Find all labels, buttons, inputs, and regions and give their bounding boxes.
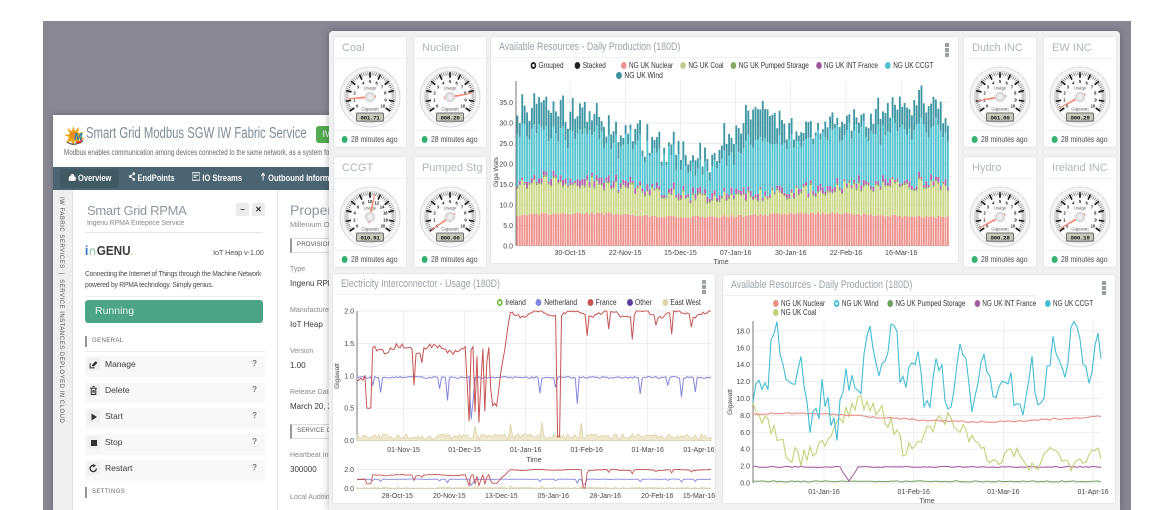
svg-text:28-Oct-15: 28-Oct-15 bbox=[382, 493, 413, 500]
svg-text:10: 10 bbox=[1091, 104, 1096, 109]
svg-text:07-Jan-16: 07-Jan-16 bbox=[720, 250, 752, 257]
svg-text:30-Jan-16: 30-Jan-16 bbox=[775, 250, 807, 257]
svg-text:Gigawatt: Gigawatt bbox=[361, 227, 379, 232]
svg-text:Gigawatt: Gigawatt bbox=[361, 107, 379, 112]
svg-text:01-Jan-16: 01-Jan-16 bbox=[510, 447, 542, 454]
svg-text:Gigawatt: Gigawatt bbox=[1071, 107, 1089, 112]
svg-text:15-Mar-16: 15-Mar-16 bbox=[683, 493, 715, 500]
svg-text:Gigawatt: Gigawatt bbox=[334, 363, 341, 389]
svg-text:Gigawatt: Gigawatt bbox=[441, 227, 459, 232]
svg-text:4.0: 4.0 bbox=[740, 447, 750, 454]
svg-text:000.00: 000.00 bbox=[440, 234, 460, 241]
svg-text:Usage: Usage bbox=[1074, 206, 1087, 211]
svg-text:Usage: Usage bbox=[364, 86, 377, 91]
svg-text:Giga Wats: Giga Wats bbox=[493, 156, 500, 187]
svg-text:01-Nov-15: 01-Nov-15 bbox=[387, 447, 420, 454]
svg-text:0.0: 0.0 bbox=[503, 243, 513, 250]
svg-text:6.0: 6.0 bbox=[740, 430, 750, 437]
svg-text:10.0: 10.0 bbox=[499, 202, 513, 209]
svg-text:000.19: 000.19 bbox=[1070, 234, 1090, 241]
svg-text:01-Dec-15: 01-Dec-15 bbox=[448, 447, 481, 454]
svg-text:30.0: 30.0 bbox=[499, 121, 513, 128]
svg-text:15-Dec-15: 15-Dec-15 bbox=[664, 250, 697, 257]
svg-text:01-Mar-16: 01-Mar-16 bbox=[632, 447, 664, 454]
svg-text:10: 10 bbox=[1011, 104, 1016, 109]
svg-text:10.0: 10.0 bbox=[736, 396, 750, 403]
svg-text:Time: Time bbox=[919, 498, 934, 505]
svg-text:10: 10 bbox=[1091, 224, 1096, 229]
svg-text:10: 10 bbox=[461, 224, 466, 229]
svg-text:01-Apr-16: 01-Apr-16 bbox=[683, 447, 714, 454]
svg-text:Gigawatt: Gigawatt bbox=[727, 389, 734, 415]
svg-text:Usage: Usage bbox=[444, 86, 457, 91]
svg-text:Usage: Usage bbox=[994, 86, 1007, 91]
svg-text:14.0: 14.0 bbox=[736, 362, 750, 369]
svg-text:35.0: 35.0 bbox=[499, 100, 513, 107]
svg-text:0.5: 0.5 bbox=[344, 406, 354, 413]
svg-text:Gigawatt: Gigawatt bbox=[1071, 227, 1089, 232]
svg-text:1.5: 1.5 bbox=[344, 341, 354, 348]
svg-text:8.0: 8.0 bbox=[740, 413, 750, 420]
svg-text:001.00: 001.00 bbox=[990, 114, 1010, 121]
svg-text:28-Jan-16: 28-Jan-16 bbox=[590, 493, 622, 500]
svg-text:22-Nov-15: 22-Nov-15 bbox=[609, 250, 642, 257]
svg-text:2.0: 2.0 bbox=[344, 309, 354, 316]
svg-text:16: 16 bbox=[383, 211, 388, 216]
svg-text:13-Dec-15: 13-Dec-15 bbox=[485, 493, 518, 500]
svg-text:10: 10 bbox=[461, 104, 466, 109]
svg-text:Gigawatt: Gigawatt bbox=[441, 107, 459, 112]
svg-text:01-Feb-16: 01-Feb-16 bbox=[898, 489, 930, 496]
svg-text:1.0: 1.0 bbox=[344, 373, 354, 380]
svg-text:2.0: 2.0 bbox=[740, 464, 750, 471]
svg-text:0.0: 0.0 bbox=[344, 438, 354, 445]
svg-text:2.0: 2.0 bbox=[344, 467, 354, 474]
svg-text:20.0: 20.0 bbox=[499, 162, 513, 169]
svg-text:14: 14 bbox=[380, 204, 385, 209]
svg-text:05-Jan-16: 05-Jan-16 bbox=[538, 493, 570, 500]
svg-text:01-Jan-16: 01-Jan-16 bbox=[808, 489, 840, 496]
svg-text:12.0: 12.0 bbox=[736, 379, 750, 386]
svg-text:16.0: 16.0 bbox=[736, 345, 750, 352]
svg-text:22-Feb-16: 22-Feb-16 bbox=[830, 250, 862, 257]
svg-text:20: 20 bbox=[381, 224, 386, 229]
svg-text:000.29: 000.29 bbox=[1070, 114, 1090, 121]
svg-text:Usage: Usage bbox=[364, 206, 377, 211]
svg-text:010.91: 010.91 bbox=[360, 234, 380, 241]
svg-text:M: M bbox=[74, 132, 83, 143]
svg-text:5.0: 5.0 bbox=[503, 223, 513, 230]
svg-text:01-Feb-16: 01-Feb-16 bbox=[571, 447, 603, 454]
svg-text:Time: Time bbox=[526, 457, 541, 464]
svg-text:20-Feb-16: 20-Feb-16 bbox=[641, 493, 673, 500]
svg-text:18.0: 18.0 bbox=[736, 328, 750, 335]
svg-text:008.20: 008.20 bbox=[440, 114, 460, 121]
svg-text:16-Mar-16: 16-Mar-16 bbox=[885, 250, 917, 257]
svg-text:01-Mar-16: 01-Mar-16 bbox=[987, 489, 1019, 496]
svg-text:0.0: 0.0 bbox=[344, 486, 354, 493]
svg-text:10: 10 bbox=[381, 104, 386, 109]
svg-text:Time: Time bbox=[713, 259, 728, 265]
svg-text:18: 18 bbox=[383, 217, 388, 222]
svg-text:Gigawatt: Gigawatt bbox=[991, 227, 1009, 232]
svg-text:25.0: 25.0 bbox=[499, 141, 513, 148]
svg-text:30-Oct-15: 30-Oct-15 bbox=[554, 250, 585, 257]
svg-text:0.0: 0.0 bbox=[740, 481, 750, 488]
svg-text:01-Apr-16: 01-Apr-16 bbox=[1078, 489, 1109, 496]
svg-text:Usage: Usage bbox=[1074, 86, 1087, 91]
svg-text:10: 10 bbox=[1011, 224, 1016, 229]
svg-text:20-Nov-15: 20-Nov-15 bbox=[433, 493, 466, 500]
svg-text:Usage: Usage bbox=[994, 206, 1007, 211]
svg-text:15.0: 15.0 bbox=[499, 182, 513, 189]
svg-text:001.71: 001.71 bbox=[360, 114, 380, 121]
svg-text:000.28: 000.28 bbox=[990, 234, 1010, 241]
svg-text:Gigawatt: Gigawatt bbox=[991, 107, 1009, 112]
svg-text:Usage: Usage bbox=[444, 206, 457, 211]
